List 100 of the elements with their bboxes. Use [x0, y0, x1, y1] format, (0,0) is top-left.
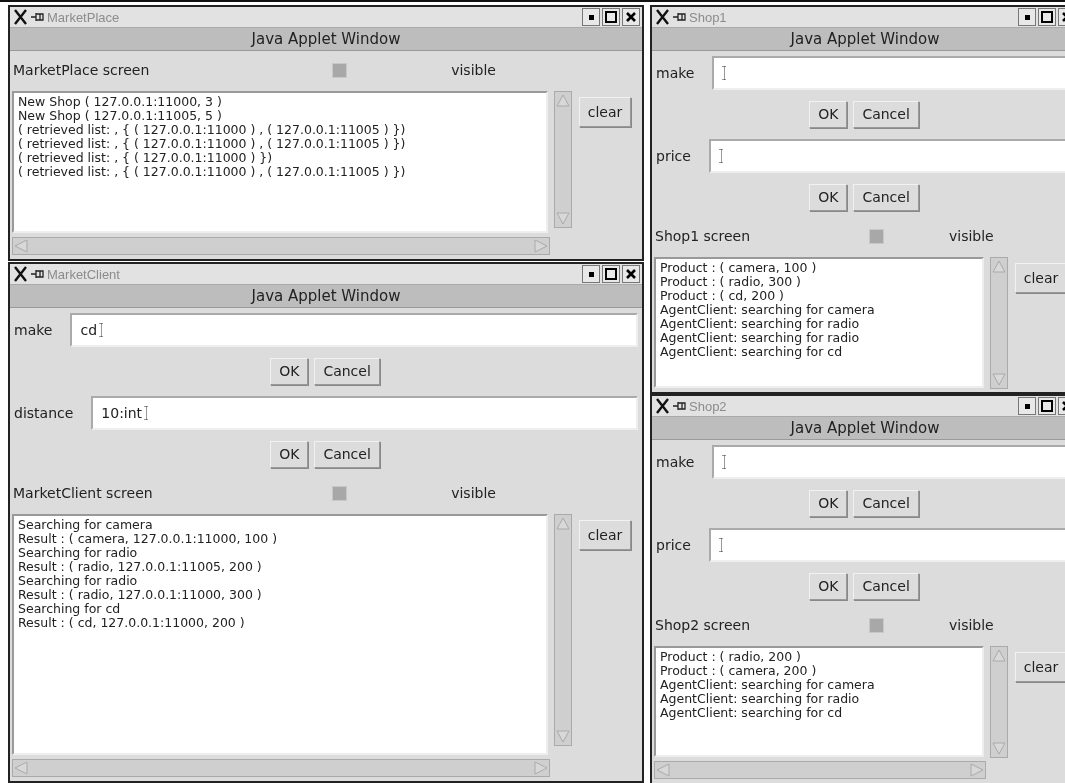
window-title: MarketClient [47, 266, 120, 282]
log-area[interactable] [654, 257, 984, 388]
visible-checkbox[interactable] [332, 62, 348, 78]
scroll-left-icon[interactable] [13, 239, 29, 253]
screen-label: MarketPlace screen [12, 62, 151, 78]
dialog-button[interactable]: Cancel [853, 100, 919, 128]
screen-label: Shop1 screen [654, 228, 752, 244]
scroll-up-icon[interactable] [555, 92, 571, 108]
log-line: AgentClient: searching for camera [660, 303, 876, 317]
dialog-button[interactable]: OK [809, 489, 848, 517]
scroll-down-icon[interactable] [991, 741, 1007, 757]
log-line: Searching for cd [18, 602, 122, 616]
close-button[interactable] [622, 8, 640, 26]
maximize-button[interactable] [1038, 8, 1056, 26]
visible-checkbox[interactable] [332, 485, 348, 501]
scroll-down-icon[interactable] [991, 372, 1007, 388]
pin-icon [673, 400, 687, 412]
dialog-button[interactable]: OK [809, 572, 848, 600]
minimize-button[interactable] [582, 265, 600, 283]
vertical-scrollbar[interactable] [990, 646, 1008, 758]
input-field[interactable]: cd [70, 313, 638, 347]
dialog-button[interactable]: Cancel [853, 572, 919, 600]
log-line: AgentClient: searching for radio [660, 692, 861, 706]
scroll-up-icon[interactable] [991, 258, 1007, 274]
close-button[interactable] [622, 265, 640, 283]
pin-icon [31, 268, 45, 280]
maximize-button[interactable] [602, 8, 620, 26]
window-title: Shop2 [689, 398, 727, 414]
scroll-up-icon[interactable] [991, 647, 1007, 663]
log-line: AgentClient: searching for camera [660, 678, 876, 692]
input-field[interactable] [708, 139, 1065, 173]
vertical-scrollbar[interactable] [554, 91, 572, 228]
input-field[interactable]: 10:int [91, 396, 638, 430]
scroll-up-icon[interactable] [555, 515, 571, 531]
horizontal-scrollbar[interactable] [12, 759, 550, 777]
field-label: make [14, 322, 53, 338]
text-cursor-icon [718, 538, 724, 552]
text-cursor-icon [718, 149, 724, 163]
field-label: make [656, 454, 695, 470]
applet-banner: Java Applet Window [652, 417, 1065, 440]
log-line: Product : ( cd, 200 ) [660, 289, 785, 303]
pin-icon [31, 11, 45, 23]
dialog-button[interactable]: OK [270, 357, 309, 385]
screen-label: Shop2 screen [654, 617, 752, 633]
log-line: ( retrieved list: , { ( 127.0.0.1:11000 ) , ( 127.0.0.1:11005 ) }) [18, 137, 407, 151]
horizontal-scrollbar[interactable] [654, 761, 986, 779]
log-line: AgentClient: searching for radio [660, 317, 861, 331]
minimize-button[interactable] [1018, 8, 1036, 26]
scroll-right-icon[interactable] [533, 239, 549, 253]
minimize-button[interactable] [1018, 397, 1036, 415]
log-line: New Shop ( 127.0.0.1:11000, 3 ) [18, 95, 223, 109]
clear-button[interactable]: clear [1014, 263, 1065, 293]
clear-button[interactable]: clear [578, 520, 632, 550]
maximize-button[interactable] [1038, 397, 1056, 415]
scroll-down-icon[interactable] [555, 211, 571, 227]
input-field[interactable] [712, 56, 1065, 90]
log-line: New Shop ( 127.0.0.1:11005, 5 ) [18, 109, 223, 123]
text-cursor-icon [99, 323, 105, 337]
log-line: ( retrieved list: , { ( 127.0.0.1:11000 ) }) [18, 151, 274, 165]
vertical-scrollbar[interactable] [990, 257, 1008, 389]
dialog-button[interactable]: OK [809, 100, 848, 128]
log-line: AgentClient: searching for cd [660, 706, 844, 720]
minimize-button[interactable] [582, 8, 600, 26]
dialog-button[interactable]: Cancel [853, 183, 919, 211]
pin-icon [673, 11, 687, 23]
log-line: Product : ( camera, 200 ) [660, 664, 818, 678]
dialog-button[interactable]: OK [270, 440, 309, 468]
dialog-button[interactable]: Cancel [853, 489, 919, 517]
checkbox-label: visible [949, 617, 994, 633]
scroll-left-icon[interactable] [13, 761, 29, 775]
visible-checkbox[interactable] [869, 617, 885, 633]
dialog-button[interactable]: OK [809, 183, 848, 211]
input-field[interactable] [712, 445, 1065, 479]
maximize-button[interactable] [602, 265, 620, 283]
log-area[interactable] [12, 91, 548, 233]
dialog-button[interactable]: Cancel [314, 440, 380, 468]
log-line: AgentClient: searching for radio [660, 331, 861, 345]
clear-button[interactable]: clear [578, 97, 632, 127]
window-title: Shop1 [689, 9, 727, 25]
scroll-down-icon[interactable] [555, 729, 571, 745]
log-area[interactable]: Product : ( radio, 200 ) Product : ( camera, 200 ) AgentClient: searching for camera AgentClient: searching for radio AgentClient: searching for cd [654, 646, 984, 757]
log-line: AgentClient: searching for cd [660, 345, 844, 359]
log-line: Result : ( cd, 127.0.0.1:11000, 200 ) [18, 616, 246, 630]
log-line: ( retrieved list: , { ( 127.0.0.1:11000 ) , ( 127.0.0.1:11005 ) }) [18, 165, 407, 179]
log-line: Searching for radio [18, 546, 139, 560]
dialog-button[interactable]: Cancel [314, 357, 380, 385]
clear-button[interactable]: clear [1014, 652, 1065, 682]
input-field[interactable] [708, 528, 1065, 562]
horizontal-scrollbar[interactable] [12, 237, 550, 255]
text-cursor-icon [722, 66, 728, 80]
log-line: Searching for camera [18, 518, 154, 532]
log-line: Product : ( radio, 300 ) [660, 275, 802, 289]
log-line: Result : ( camera, 127.0.0.1:11000, 100 ) [18, 532, 279, 546]
scroll-left-icon[interactable] [655, 763, 671, 777]
scroll-right-icon[interactable] [533, 761, 549, 775]
applet-banner: Java Applet Window [10, 28, 642, 51]
window-title: MarketPlace [47, 9, 120, 25]
visible-checkbox[interactable] [869, 228, 885, 244]
scroll-right-icon[interactable] [969, 763, 985, 777]
vertical-scrollbar[interactable] [554, 514, 572, 746]
